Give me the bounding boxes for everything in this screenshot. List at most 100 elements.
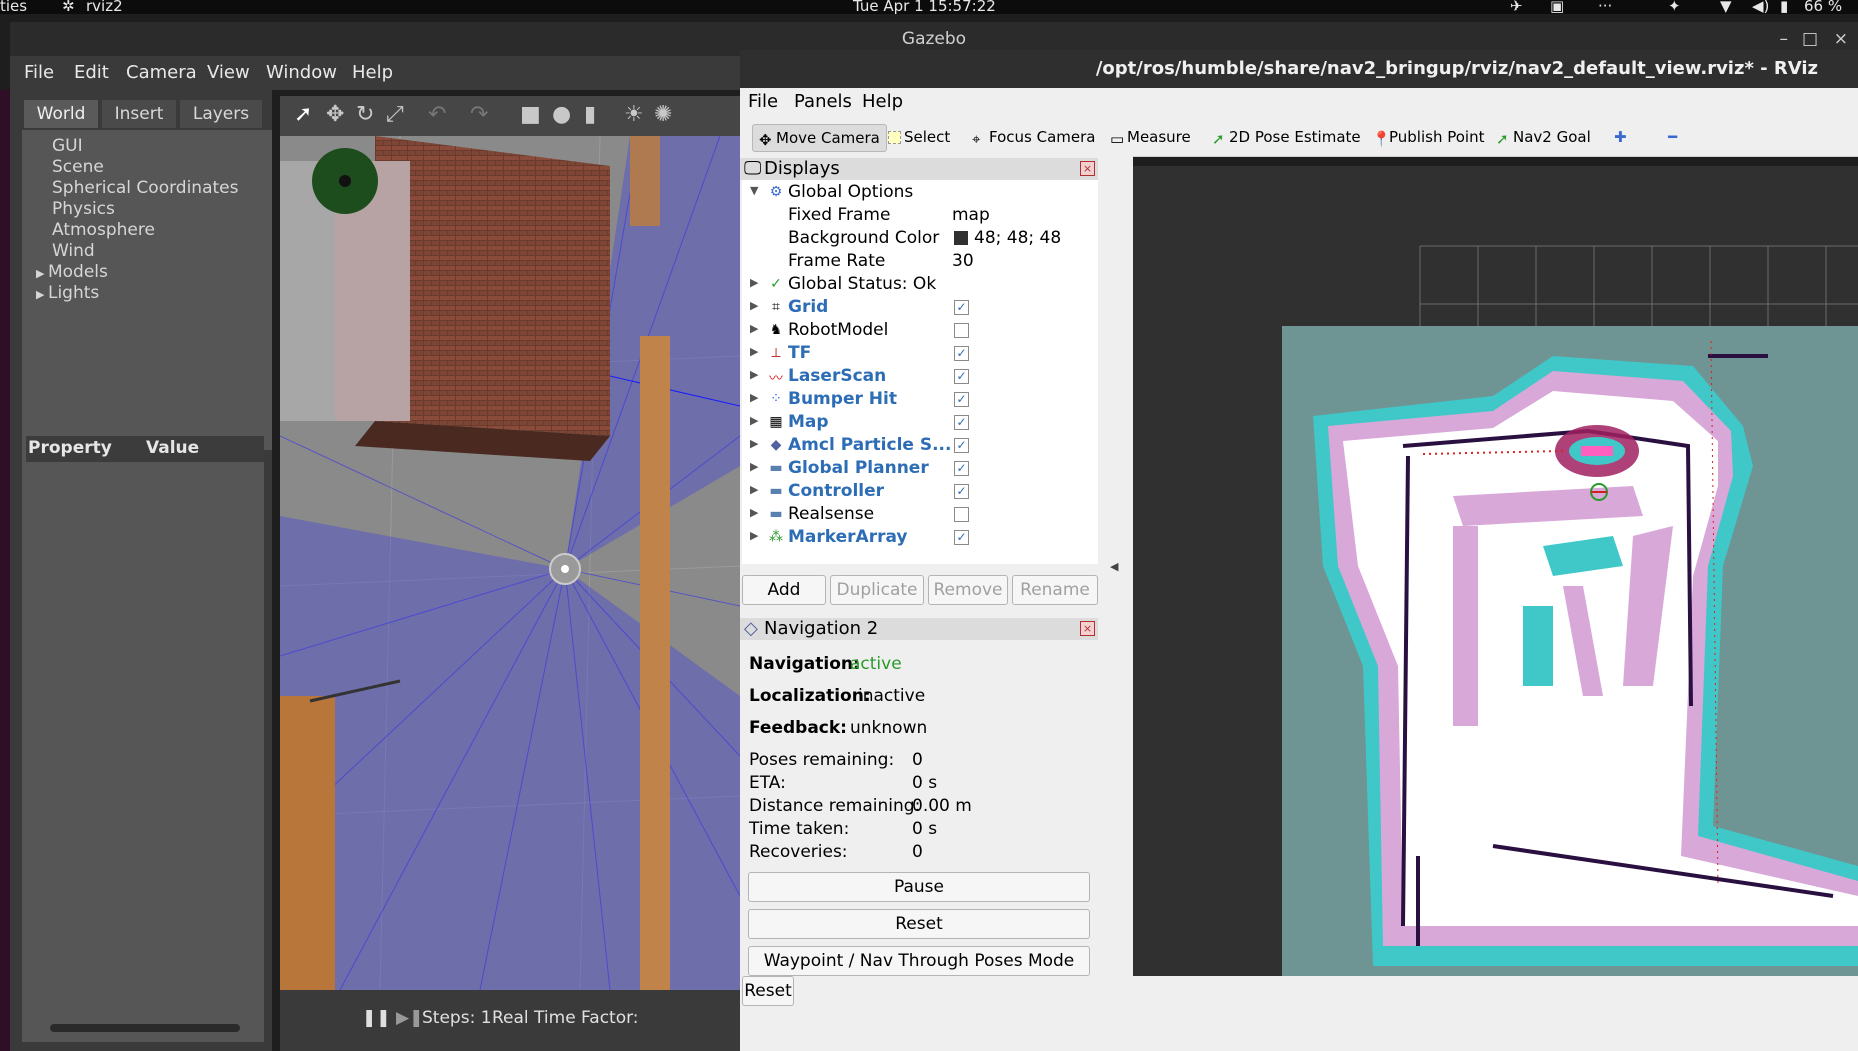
display-row-robotmodel[interactable]: ▶ ♞ RobotModel — [742, 320, 1098, 343]
display-checkbox[interactable]: ✓ — [954, 530, 969, 545]
point-light-icon[interactable]: ☀ — [624, 102, 644, 127]
global-options-row[interactable]: ▼ ⚙ Global Options — [742, 182, 1098, 205]
display-row-bumper-hit[interactable]: ▶ ⁘ Bumper Hit ✓ — [742, 389, 1098, 412]
undo-icon[interactable]: ↶ — [428, 102, 446, 127]
tree-item-models[interactable]: ▶ Models — [36, 262, 108, 282]
cylinder-shape-icon[interactable]: ▮ — [584, 102, 596, 127]
display-checkbox[interactable]: ✓ — [954, 438, 969, 453]
telegram-icon[interactable]: ✈ — [1510, 0, 1523, 15]
display-row-amcl-particle[interactable]: ▶ ◆ Amcl Particle S... ✓ — [742, 435, 1098, 458]
tree-item-gui[interactable]: GUI — [52, 136, 83, 156]
expand-arrow-icon[interactable]: ▶ — [750, 506, 758, 519]
gz-menu-view[interactable]: View — [207, 62, 250, 83]
reset-view-button[interactable]: Reset — [742, 976, 794, 1006]
tab-world[interactable]: World — [24, 100, 98, 128]
expand-arrow-icon[interactable]: ▶ — [750, 414, 758, 427]
expand-arrow-icon[interactable]: ▶ — [750, 483, 758, 496]
display-checkbox[interactable]: ✓ — [954, 415, 969, 430]
display-row-controller[interactable]: ▶ ▬ Controller ✓ — [742, 481, 1098, 504]
add-button[interactable]: Add — [742, 575, 826, 605]
display-row-map[interactable]: ▶ ▦ Map ✓ — [742, 412, 1098, 435]
expand-arrow-icon[interactable]: ▶ — [750, 460, 758, 473]
rviz-menu-file[interactable]: File — [748, 91, 778, 112]
panel-splitter[interactable]: ◀ — [1100, 156, 1133, 1051]
translate-mode-icon[interactable]: ✥ — [326, 102, 344, 127]
expand-arrow-icon[interactable]: ▶ — [750, 345, 758, 358]
display-checkbox[interactable]: ✓ — [954, 300, 969, 315]
tree-item-atmosphere[interactable]: Atmosphere — [52, 220, 155, 240]
tab-layers[interactable]: Layers — [180, 100, 262, 128]
screenshot-icon[interactable]: ▣ — [1550, 0, 1564, 15]
gz-menu-camera[interactable]: Camera — [126, 62, 197, 83]
expand-arrow-icon[interactable]: ▶ — [750, 529, 758, 542]
step-icon[interactable]: ▶❚ — [396, 1008, 423, 1028]
tool-2d-pose-estimate[interactable]: ➚ 2D Pose Estimate — [1212, 124, 1361, 150]
clock[interactable]: Tue Apr 1 15:57:22 — [853, 0, 996, 15]
display-row-tf[interactable]: ▶ ⟂ TF ✓ — [742, 343, 1098, 366]
tree-item-physics[interactable]: Physics — [52, 199, 115, 219]
display-row-laserscan[interactable]: ▶ 〰 LaserScan ✓ — [742, 366, 1098, 389]
scale-mode-icon[interactable]: ⤢ — [386, 102, 404, 127]
frame-rate-row[interactable]: Frame Rate 30 — [742, 251, 1098, 274]
tool-focus-camera[interactable]: ⌖ Focus Camera — [972, 124, 1095, 150]
pause-button[interactable]: Pause — [748, 872, 1090, 902]
expand-arrow-icon[interactable]: ▶ — [750, 391, 758, 404]
close-icon[interactable]: × — [1080, 161, 1095, 176]
expand-arrow-icon[interactable]: ▶ — [750, 437, 758, 450]
activities-label[interactable]: ties — [0, 0, 27, 15]
waypoint-mode-button[interactable]: Waypoint / Nav Through Poses Mode — [748, 946, 1090, 976]
display-row-realsense[interactable]: ▶ ▬ Realsense — [742, 504, 1098, 527]
more-icon[interactable]: ··· — [1598, 0, 1612, 15]
fixed-frame-value[interactable]: map — [952, 205, 990, 225]
sphere-shape-icon[interactable]: ● — [552, 102, 571, 127]
redo-icon[interactable]: ↷ — [470, 102, 488, 127]
close-icon[interactable]: × — [1080, 621, 1095, 636]
remove-tool-icon[interactable]: ━ — [1668, 124, 1677, 150]
steps-label[interactable]: Steps: 1 — [422, 1008, 492, 1028]
tab-insert[interactable]: Insert — [102, 100, 176, 128]
display-checkbox[interactable]: ✓ — [954, 369, 969, 384]
collapse-arrow-icon[interactable]: ▼ — [750, 184, 758, 197]
display-row-grid[interactable]: ▶ ⌗ Grid ✓ — [742, 297, 1098, 320]
tree-item-lights[interactable]: ▶ Lights — [36, 283, 99, 303]
display-row-markerarray[interactable]: ▶ ⁂ MarkerArray ✓ — [742, 527, 1098, 550]
gz-menu-edit[interactable]: Edit — [74, 62, 109, 83]
duplicate-button[interactable]: Duplicate — [830, 575, 924, 605]
gz-menu-file[interactable]: File — [24, 62, 54, 83]
select-mode-icon[interactable]: ➚ — [294, 102, 312, 127]
remove-button[interactable]: Remove — [928, 575, 1008, 605]
tool-select[interactable]: Select — [888, 124, 950, 150]
gazebo-3d-viewport[interactable] — [280, 136, 740, 990]
collapse-arrow-icon[interactable]: ◀ — [1110, 560, 1118, 573]
rviz-menu-help[interactable]: Help — [862, 91, 903, 112]
expand-arrow-icon[interactable]: ▶ — [750, 322, 758, 335]
battery-icon[interactable]: ▮ — [1780, 0, 1788, 15]
tool-move-camera[interactable]: ✥ Move Camera — [752, 124, 887, 152]
fixed-frame-row[interactable]: Fixed Frame map — [742, 205, 1098, 228]
rviz-render-view[interactable] — [1133, 166, 1858, 976]
horizontal-scrollbar[interactable] — [50, 1024, 240, 1032]
display-row-global-planner[interactable]: ▶ ▬ Global Planner ✓ — [742, 458, 1098, 481]
rviz-menu-panels[interactable]: Panels — [794, 91, 852, 112]
display-checkbox[interactable] — [954, 507, 969, 522]
display-checkbox[interactable]: ✓ — [954, 392, 969, 407]
display-checkbox[interactable]: ✓ — [954, 461, 969, 476]
tree-item-scene[interactable]: Scene — [52, 157, 104, 177]
rename-button[interactable]: Rename — [1012, 575, 1098, 605]
rviz-title-bar[interactable]: /opt/ros/humble/share/nav2_bringup/rviz/… — [740, 50, 1858, 88]
expand-arrow-icon[interactable]: ▶ — [36, 288, 48, 301]
tool-measure[interactable]: ▭ Measure — [1110, 124, 1191, 150]
box-shape-icon[interactable]: ■ — [520, 102, 541, 127]
gz-menu-window[interactable]: Window — [266, 62, 337, 83]
reset-nav-button[interactable]: Reset — [748, 909, 1090, 939]
tool-nav2-goal[interactable]: ➚ Nav2 Goal — [1496, 124, 1591, 150]
accessibility-icon[interactable]: ✦ — [1668, 0, 1681, 15]
expand-arrow-icon[interactable]: ▶ — [750, 368, 758, 381]
background-color-value[interactable]: 48; 48; 48 — [974, 228, 1061, 248]
rotate-mode-icon[interactable]: ↻ — [356, 102, 374, 127]
expand-arrow-icon[interactable]: ▶ — [750, 276, 758, 289]
background-color-row[interactable]: Background Color 48; 48; 48 — [742, 228, 1098, 251]
expand-arrow-icon[interactable]: ▶ — [36, 267, 48, 280]
display-checkbox[interactable] — [954, 323, 969, 338]
display-checkbox[interactable]: ✓ — [954, 484, 969, 499]
